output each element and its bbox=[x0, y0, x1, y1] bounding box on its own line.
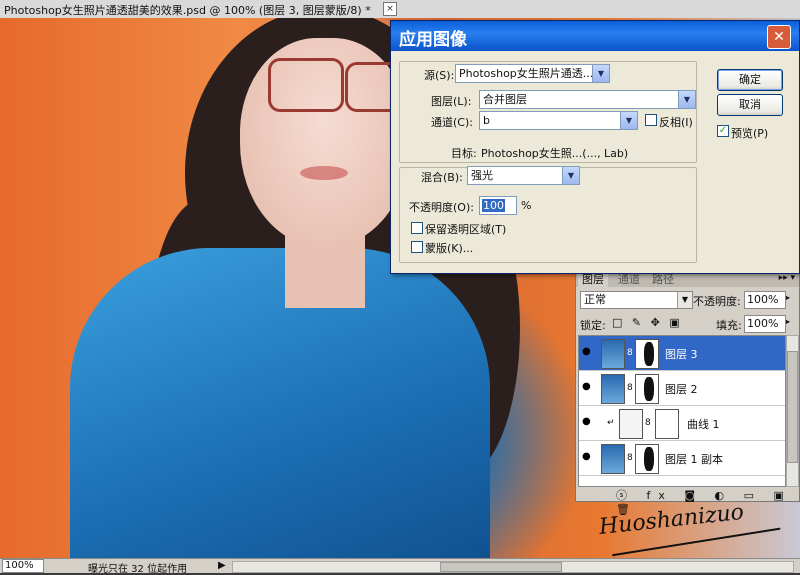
invert-label: 反相(I) bbox=[659, 116, 693, 129]
document-close-icon[interactable]: × bbox=[383, 2, 397, 16]
layer-name: 图层 2 bbox=[665, 383, 698, 396]
status-menu-arrow-icon[interactable]: ▶ bbox=[218, 560, 226, 571]
visibility-eye-icon[interactable]: ● bbox=[582, 452, 594, 462]
target-label: 目标: bbox=[451, 147, 477, 160]
document-title: Photoshop女生照片通透甜美的效果.psd @ 100% (图层 3, 图… bbox=[4, 4, 371, 17]
dialog-title: 应用图像 bbox=[399, 30, 467, 50]
tab-layers[interactable]: 图层 bbox=[578, 272, 608, 287]
layer-row-layer3[interactable]: ● 8 图层 3 bbox=[579, 336, 785, 371]
chevron-down-icon: ▼ bbox=[592, 65, 609, 82]
visibility-eye-icon[interactable]: ● bbox=[582, 382, 594, 392]
layer-opacity-label: 不透明度: bbox=[693, 295, 741, 308]
invert-checkbox[interactable] bbox=[645, 114, 657, 126]
channel-select[interactable]: b ▼ bbox=[479, 111, 638, 130]
layer-name: 曲线 1 bbox=[687, 418, 720, 431]
opacity-input[interactable]: 100 bbox=[479, 196, 517, 215]
opacity-unit: % bbox=[521, 199, 532, 212]
source-value: Photoshop女生照片通透... bbox=[459, 67, 594, 80]
photo-shirt-shape bbox=[70, 248, 490, 558]
ok-button[interactable]: 确定 bbox=[717, 69, 783, 91]
cancel-button[interactable]: 取消 bbox=[717, 94, 783, 116]
channel-label: 通道(C): bbox=[431, 116, 473, 129]
layers-scrollbar-thumb[interactable] bbox=[787, 351, 798, 463]
blend-mode-select[interactable]: 正常 ▼ bbox=[580, 291, 693, 309]
link-chain-icon: 8 bbox=[627, 383, 633, 393]
layer-thumbnail bbox=[601, 339, 625, 369]
mask-checkbox[interactable] bbox=[411, 241, 423, 253]
layer-mask-thumbnail[interactable] bbox=[635, 444, 659, 474]
lock-icons[interactable]: □ ✎ ✥ ▣ bbox=[612, 316, 683, 329]
layer-select[interactable]: 合并图层 ▼ bbox=[479, 90, 696, 109]
preview-label: 预览(P) bbox=[731, 127, 769, 140]
layer-thumbnail bbox=[601, 444, 625, 474]
status-message: 曝光只在 32 位起作用 bbox=[88, 564, 188, 575]
fill-arrow-icon[interactable]: ▸ bbox=[786, 317, 790, 326]
preserve-transparency-checkbox[interactable] bbox=[411, 222, 423, 234]
mask-label: 蒙版(K)... bbox=[425, 242, 474, 255]
layer-row-layer1-copy[interactable]: ● 8 图层 1 副本 bbox=[579, 441, 785, 476]
channel-value: b bbox=[483, 114, 490, 127]
tab-channels[interactable]: 通道 bbox=[614, 272, 644, 287]
link-chain-icon: 8 bbox=[645, 418, 651, 428]
clip-arrow-icon: ↵ bbox=[607, 418, 615, 428]
layer-row-layer2[interactable]: ● 8 图层 2 bbox=[579, 371, 785, 406]
document-title-bar: Photoshop女生照片通透甜美的效果.psd @ 100% (图层 3, 图… bbox=[0, 0, 800, 19]
layer-label: 图层(L): bbox=[431, 95, 472, 108]
blending-label: 混合(B): bbox=[421, 171, 463, 184]
link-chain-icon: 8 bbox=[627, 453, 633, 463]
source-label: 源(S): bbox=[424, 69, 455, 82]
photo-glasses-left-shape bbox=[268, 58, 344, 112]
layers-list: ● 8 图层 3 ● 8 图层 2 ● ↵ 8 曲线 1 ● 8 图层 1 副本 bbox=[578, 335, 786, 487]
zoom-level-input[interactable]: 100% bbox=[2, 559, 44, 573]
layer-opacity-input[interactable]: 100% bbox=[744, 291, 786, 309]
layers-panel: 图层 通道 路径 ▸▸ ▾ 正常 ▼ 不透明度: 100% ▸ 锁定: □ ✎ … bbox=[575, 270, 800, 516]
source-select[interactable]: Photoshop女生照片通透... ▼ bbox=[455, 64, 610, 83]
opacity-value: 100 bbox=[482, 199, 505, 212]
visibility-eye-icon[interactable]: ● bbox=[582, 417, 594, 427]
preserve-transparency-label: 保留透明区域(T) bbox=[425, 223, 507, 236]
close-icon[interactable]: ✕ bbox=[767, 25, 791, 49]
preview-checkbox[interactable]: ✓ bbox=[717, 125, 729, 137]
opacity-label: 不透明度(O): bbox=[409, 201, 474, 214]
panel-bottom-icons[interactable]: ⓢ fx ◙ ◐ ▭ ▣ 🗑 bbox=[616, 487, 799, 516]
dialog-title-bar[interactable]: 应用图像 ✕ bbox=[391, 21, 799, 51]
layer-thumbnail bbox=[601, 374, 625, 404]
blending-value: 强光 bbox=[471, 169, 493, 182]
status-bar: 100% 曝光只在 32 位起作用 ▶ bbox=[0, 558, 800, 575]
layer-name: 图层 1 副本 bbox=[665, 453, 723, 466]
chevron-down-icon: ▼ bbox=[678, 91, 695, 108]
target-value: Photoshop女生照...(..., Lab) bbox=[481, 147, 629, 160]
chevron-down-icon: ▼ bbox=[562, 167, 579, 184]
layer-value: 合并图层 bbox=[483, 93, 527, 106]
blending-select[interactable]: 强光 ▼ bbox=[467, 166, 580, 185]
layer-mask-thumbnail[interactable] bbox=[655, 409, 679, 439]
lock-label: 锁定: bbox=[580, 319, 606, 332]
layer-name: 图层 3 bbox=[665, 348, 698, 361]
apply-image-dialog: 应用图像 ✕ 源(S): Photoshop女生照片通透... ▼ 图层(L):… bbox=[390, 20, 800, 274]
visibility-eye-icon[interactable]: ● bbox=[582, 347, 594, 357]
fill-input[interactable]: 100% bbox=[744, 315, 786, 333]
layer-mask-thumbnail[interactable] bbox=[635, 374, 659, 404]
horizontal-scrollbar-thumb[interactable] bbox=[440, 562, 562, 572]
tab-paths[interactable]: 路径 bbox=[648, 272, 678, 287]
layer-mask-thumbnail[interactable] bbox=[635, 339, 659, 369]
blend-mode-value: 正常 bbox=[584, 293, 606, 306]
fill-label: 填充: bbox=[716, 319, 742, 332]
layer-row-curves1[interactable]: ● ↵ 8 曲线 1 bbox=[579, 406, 785, 441]
curves-adjustment-icon bbox=[619, 409, 643, 439]
chevron-down-icon: ▼ bbox=[677, 292, 692, 308]
photo-lips-shape bbox=[300, 166, 348, 180]
link-chain-icon: 8 bbox=[627, 348, 633, 358]
chevron-down-icon: ▼ bbox=[620, 112, 637, 129]
panel-menu-icon[interactable]: ▸▸ ▾ bbox=[779, 273, 795, 283]
opacity-arrow-icon[interactable]: ▸ bbox=[786, 293, 790, 302]
